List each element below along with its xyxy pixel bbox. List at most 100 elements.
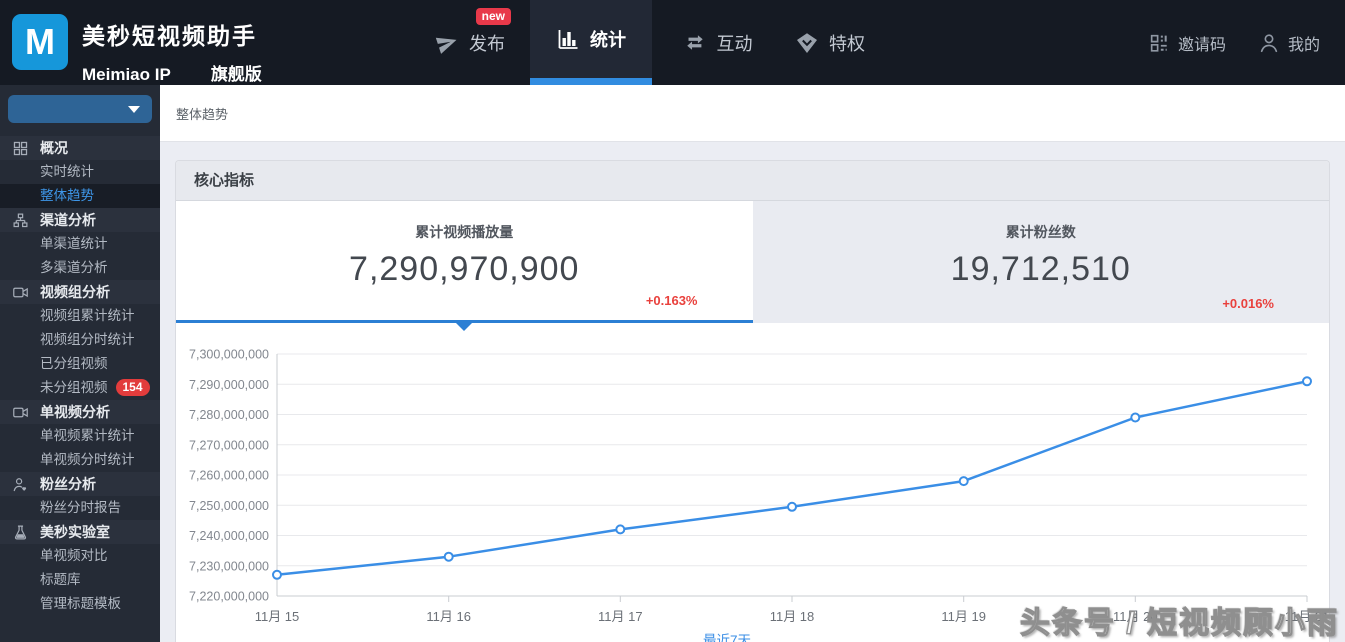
- video-icon: [12, 404, 29, 421]
- svg-text:11月 18: 11月 18: [770, 609, 815, 624]
- sidebar-item[interactable]: 多渠道分析: [0, 256, 160, 280]
- my-account[interactable]: 我的: [1258, 0, 1330, 85]
- sidebar-item[interactable]: 单视频累计统计: [0, 424, 160, 448]
- metric-card[interactable]: 累计视频播放量 7,290,970,900 +0.163%: [176, 201, 753, 331]
- top-right-label: 我的: [1288, 36, 1321, 54]
- app-subtitle-row: Meimiao IP 旗舰版: [82, 60, 262, 85]
- tab-privilege[interactable]: 特权: [780, 0, 880, 85]
- tab-label: 特权: [829, 33, 865, 54]
- app-root: M 美秒短视频助手 Meimiao IP 旗舰版 发布 new 统计 互动 特权 邀请码 我…: [0, 0, 1345, 642]
- metric-cards-row: 累计视频播放量 7,290,970,900 +0.163% 累计粉丝数 19,712,5…: [176, 201, 1329, 331]
- sidebar-item[interactable]: 粉丝分时报告: [0, 496, 160, 520]
- stats-icon: [556, 27, 580, 51]
- tab-stats[interactable]: 统计: [530, 0, 652, 85]
- sidebar-item[interactable]: 已分组视频: [0, 352, 160, 376]
- metric-value: 19,712,510: [950, 250, 1131, 288]
- sidebar-item-label: 管理标题模板: [40, 596, 121, 611]
- panel-header: 核心指标: [176, 161, 1329, 201]
- sidebar-item[interactable]: 视频组累计统计: [0, 304, 160, 328]
- core-metrics-panel: 核心指标 累计视频播放量 7,290,970,900 +0.163% 累计粉丝数 19,…: [175, 160, 1330, 642]
- app-edition: 旗舰版: [210, 65, 262, 84]
- breadcrumb-bar: 整体趋势: [160, 85, 1345, 142]
- sidebar-item-label: 粉丝分时报告: [40, 500, 121, 515]
- sidebar-item[interactable]: 粉丝分析: [0, 472, 160, 496]
- svg-text:11月 16: 11月 16: [426, 609, 471, 624]
- interact-icon: [683, 31, 707, 55]
- sidebar-item-label: 渠道分析: [40, 212, 96, 228]
- sidebar-item-label: 整体趋势: [40, 188, 94, 203]
- chevron-down-icon: [128, 106, 140, 113]
- logo-letter: M: [25, 21, 55, 62]
- sidebar-item-label: 未分组视频: [40, 380, 108, 395]
- top-right-label: 邀请码: [1178, 36, 1227, 54]
- main-content: 整体趋势 核心指标 累计视频播放量 7,290,970,900 +0.163% 累计粉…: [160, 85, 1345, 642]
- metric-change: +0.163%: [645, 293, 698, 308]
- app-title: 美秒短视频助手: [82, 23, 257, 49]
- grid-icon: [12, 140, 29, 157]
- sidebar-item-label: 美秒实验室: [40, 524, 110, 540]
- svg-text:7,230,000,000: 7,230,000,000: [189, 559, 269, 573]
- svg-text:11月 17: 11月 17: [598, 609, 643, 624]
- app-logo[interactable]: M: [12, 14, 68, 70]
- sidebar-item[interactable]: 单视频分时统计: [0, 448, 160, 472]
- sidebar-item[interactable]: 标题库: [0, 568, 160, 592]
- panel-title: 核心指标: [194, 172, 255, 189]
- sidebar-item[interactable]: 管理标题模板: [0, 592, 160, 616]
- watermark: 头条号 / 短视频顾小雨: [1019, 606, 1339, 640]
- tab-label: 互动: [716, 33, 753, 54]
- svg-text:7,240,000,000: 7,240,000,000: [189, 529, 269, 543]
- range-label[interactable]: 最近7天: [703, 629, 751, 642]
- qr-icon: [1148, 32, 1170, 54]
- svg-text:7,260,000,000: 7,260,000,000: [189, 469, 269, 483]
- sidebar-item[interactable]: 单视频分析: [0, 400, 160, 424]
- new-badge: new: [475, 8, 511, 26]
- breadcrumb: 整体趋势: [176, 106, 229, 122]
- metric-label: 累计视频播放量: [415, 224, 514, 240]
- metric-card[interactable]: 累计粉丝数 19,712,510 +0.016%: [752, 201, 1329, 323]
- trend-line-chart: 7,300,000,000 7,290,000,000 7,280,000,000 7…: [189, 348, 1329, 625]
- sidebar-item[interactable]: 单渠道统计: [0, 232, 160, 256]
- sidebar-item[interactable]: 实时统计: [0, 160, 160, 184]
- sidebar-item-label: 单渠道统计: [40, 236, 108, 251]
- account-dropdown[interactable]: [8, 95, 152, 123]
- sidebar-item-label: 视频组分析: [40, 284, 110, 300]
- metric-change: +0.016%: [1222, 296, 1274, 311]
- sidebar-item-label: 视频组分时统计: [40, 332, 135, 347]
- svg-text:7,250,000,000: 7,250,000,000: [189, 499, 269, 513]
- sidebar-item-label: 单视频累计统计: [40, 428, 135, 443]
- tab-publish[interactable]: 发布 new: [415, 0, 525, 85]
- tab-label: 统计: [590, 30, 626, 50]
- send-icon: [435, 31, 459, 55]
- trend-chart: 7,300,000,000 7,290,000,000 7,280,000,000 7…: [176, 323, 1329, 642]
- svg-text:7,300,000,000: 7,300,000,000: [189, 348, 269, 362]
- sidebar-item[interactable]: 单视频对比: [0, 544, 160, 568]
- svg-text:7,290,000,000: 7,290,000,000: [189, 378, 269, 392]
- app-subtitle: Meimiao IP: [82, 65, 171, 84]
- sidebar-item[interactable]: 渠道分析: [0, 208, 160, 232]
- metric-label: 累计粉丝数: [1005, 224, 1076, 240]
- sidebar-item-label: 概况: [40, 140, 68, 156]
- sidebar-item-label: 粉丝分析: [40, 476, 96, 492]
- sidebar-item-label: 实时统计: [40, 164, 94, 179]
- sidebar-item[interactable]: 概况: [0, 136, 160, 160]
- sidebar-item[interactable]: 整体趋势: [0, 184, 160, 208]
- sidebar-item[interactable]: 未分组视频 154: [0, 376, 160, 400]
- sidebar: 概况实时统计整体趋势渠道分析单渠道统计多渠道分析视频组分析视频组累计统计 视频组分…: [0, 85, 160, 642]
- svg-text:7,220,000,000: 7,220,000,000: [189, 590, 269, 604]
- metric-value: 7,290,970,900: [349, 250, 580, 288]
- brand-block: 美秒短视频助手 Meimiao IP 旗舰版: [82, 17, 262, 85]
- svg-text:7,270,000,000: 7,270,000,000: [189, 438, 269, 452]
- tab-interact[interactable]: 互动: [660, 0, 775, 85]
- svg-text:11月 15: 11月 15: [255, 609, 300, 624]
- sidebar-item-label: 视频组累计统计: [40, 308, 135, 323]
- invite-code[interactable]: 邀请码: [1148, 0, 1240, 85]
- sidebar-item[interactable]: 美秒实验室: [0, 520, 160, 544]
- tab-label: 发布: [469, 33, 505, 54]
- count-badge: 154: [115, 379, 150, 396]
- video-icon: [12, 284, 29, 301]
- gem-icon: [795, 31, 819, 55]
- sidebar-item[interactable]: 视频组分析: [0, 280, 160, 304]
- org-icon: [12, 212, 29, 229]
- sidebar-item-label: 多渠道分析: [40, 260, 108, 275]
- sidebar-item[interactable]: 视频组分时统计: [0, 328, 160, 352]
